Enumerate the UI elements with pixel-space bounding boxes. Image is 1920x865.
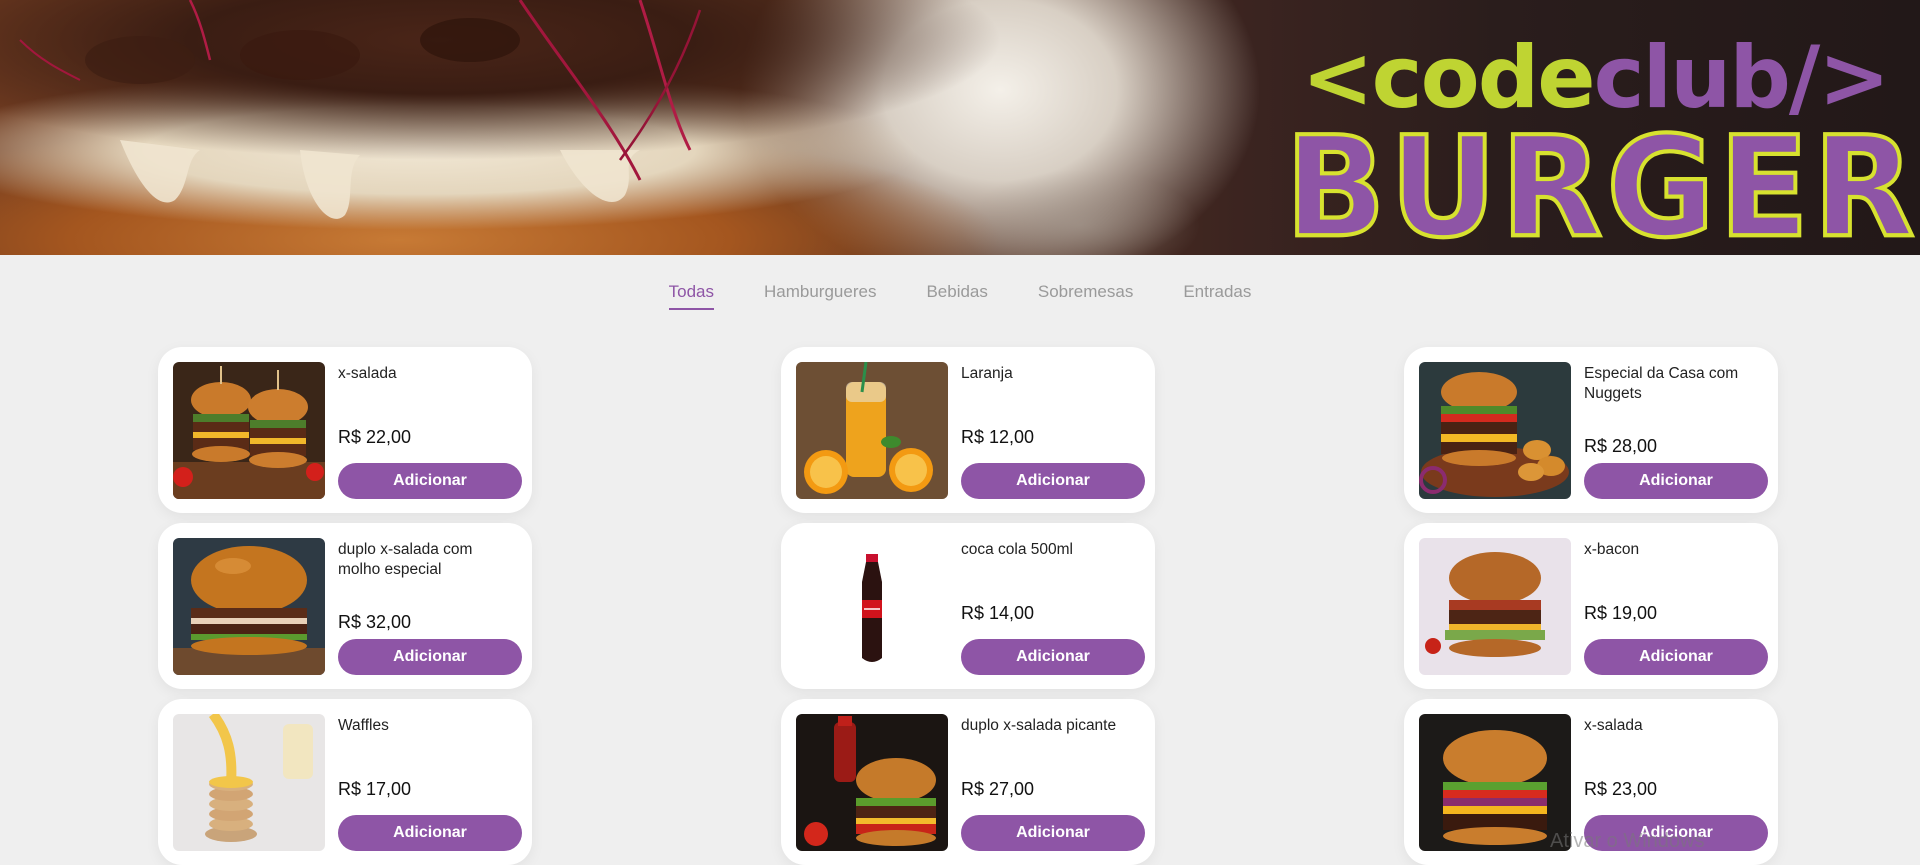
product-price: R$ 17,00 bbox=[338, 779, 412, 799]
product-card: x-bacon R$ 19,00 Adicionar bbox=[1404, 523, 1778, 689]
product-price: R$ 22,00 bbox=[338, 427, 412, 447]
tab-sobremesas[interactable]: Sobremesas bbox=[1038, 282, 1133, 310]
product-name: Laranja bbox=[961, 365, 1013, 382]
product-price: R$ 28,00 bbox=[1584, 436, 1658, 456]
hero-banner: <codeclub/> BURGER bbox=[0, 0, 1920, 255]
spicy-burger-photo bbox=[796, 714, 948, 851]
product-name: duplo x-salada picante bbox=[961, 717, 1117, 734]
product-name: x-salada bbox=[1584, 717, 1643, 734]
add-to-cart-button[interactable]: Adicionar bbox=[338, 815, 522, 851]
add-to-cart-button[interactable]: Adicionar bbox=[961, 639, 1145, 675]
product-price: R$ 14,00 bbox=[961, 603, 1035, 623]
add-to-cart-button[interactable]: Adicionar bbox=[961, 463, 1145, 499]
product-card: duplo x-salada picante R$ 27,00 Adiciona… bbox=[781, 699, 1155, 865]
product-card: Waffles R$ 17,00 Adicionar bbox=[158, 699, 532, 865]
add-to-cart-button[interactable]: Adicionar bbox=[1584, 463, 1768, 499]
tab-bebidas[interactable]: Bebidas bbox=[926, 282, 987, 310]
double-burger-photo bbox=[173, 362, 325, 499]
codeclub-burger-logo: <codeclub/> BURGER bbox=[1283, 32, 1919, 255]
product-name: Waffles bbox=[338, 717, 389, 734]
logo-burger-text: BURGER bbox=[1283, 107, 1919, 255]
product-card: coca cola 500ml R$ 14,00 Adicionar bbox=[781, 523, 1155, 689]
product-price: R$ 12,00 bbox=[961, 427, 1035, 447]
product-name: duplo x-salada com molho especial bbox=[338, 541, 473, 578]
tab-todas[interactable]: Todas bbox=[668, 282, 714, 310]
burger-photo bbox=[173, 538, 325, 675]
burger-nuggets-photo bbox=[1419, 362, 1571, 499]
add-to-cart-button[interactable]: Adicionar bbox=[1584, 639, 1768, 675]
bacon-burger-photo bbox=[1419, 538, 1571, 675]
waffles-photo bbox=[173, 714, 325, 851]
cola-bottle-photo bbox=[796, 538, 948, 675]
product-price: R$ 27,00 bbox=[961, 779, 1035, 799]
category-tabs: Todas Hamburgueres Bebidas Sobremesas En… bbox=[0, 282, 1920, 310]
windows-activation-watermark: Ativar o Windows bbox=[1550, 830, 1705, 852]
product-price: R$ 32,00 bbox=[338, 612, 412, 632]
tab-hamburgueres[interactable]: Hamburgueres bbox=[764, 282, 876, 310]
product-card: x-salada R$ 22,00 Adicionar bbox=[158, 347, 532, 513]
product-name: coca cola 500ml bbox=[961, 541, 1074, 558]
cheese-burger-photo bbox=[1419, 714, 1571, 851]
product-card: duplo x-salada com molho especial R$ 32,… bbox=[158, 523, 532, 689]
orange-juice-photo bbox=[796, 362, 948, 499]
add-to-cart-button[interactable]: Adicionar bbox=[338, 639, 522, 675]
product-card: Especial da Casa com Nuggets R$ 28,00 Ad… bbox=[1404, 347, 1778, 513]
product-card: Laranja R$ 12,00 Adicionar bbox=[781, 347, 1155, 513]
product-grid: x-salada R$ 22,00 Adicionar Laranja R$ 1… bbox=[158, 347, 1778, 865]
product-price: R$ 23,00 bbox=[1584, 779, 1658, 799]
add-to-cart-button[interactable]: Adicionar bbox=[961, 815, 1145, 851]
product-name: Especial da Casa com Nuggets bbox=[1584, 365, 1739, 402]
product-name: x-salada bbox=[338, 365, 397, 382]
product-name: x-bacon bbox=[1584, 541, 1640, 558]
add-to-cart-button[interactable]: Adicionar bbox=[338, 463, 522, 499]
product-price: R$ 19,00 bbox=[1584, 603, 1658, 623]
tab-entradas[interactable]: Entradas bbox=[1183, 282, 1251, 310]
